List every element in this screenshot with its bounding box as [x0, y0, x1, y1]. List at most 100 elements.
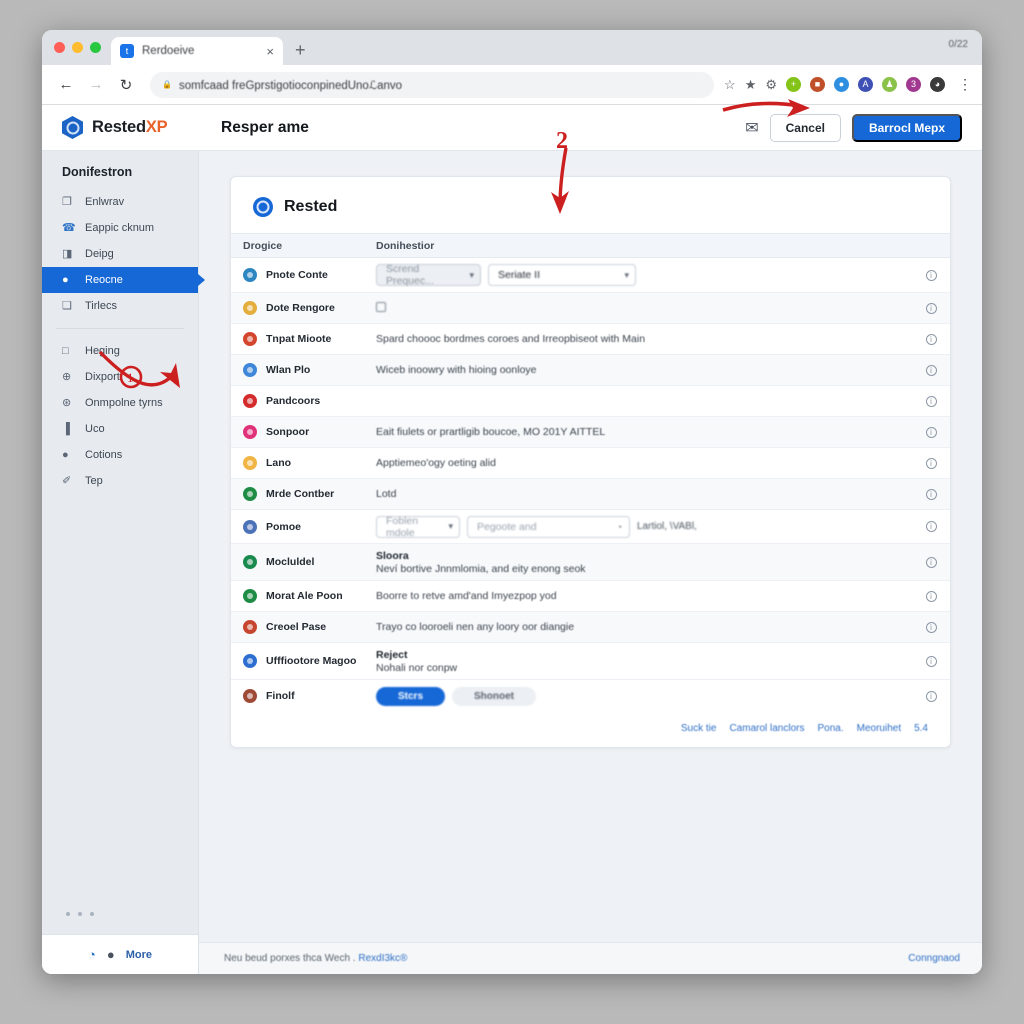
row-value-cell: Stcrs Shonoet: [374, 686, 912, 706]
puzzle-extension-icon[interactable]: ⚙: [765, 77, 777, 93]
extension-purple-icon[interactable]: 3: [906, 77, 921, 92]
bookmark-star-icon[interactable]: ☆: [724, 77, 736, 93]
sidebar-item-tirlecs[interactable]: ❑ Tirlecs: [42, 293, 198, 319]
info-icon[interactable]: i: [925, 621, 937, 633]
card-footer-link[interactable]: Suck tie: [681, 723, 717, 734]
extension-dark-icon[interactable]: ◕: [930, 77, 945, 92]
close-window-icon[interactable]: [54, 42, 65, 53]
note-icon[interactable]: ✉: [745, 118, 758, 138]
sidebar-item-uco[interactable]: ▐ Uco: [42, 416, 198, 442]
card-footer-link[interactable]: Meoruihet: [857, 723, 901, 734]
row-info-cell: i: [912, 655, 950, 667]
browser-tab[interactable]: t Rerdoeive ×: [111, 37, 283, 65]
info-icon[interactable]: i: [925, 302, 937, 314]
sidebar-item-label: Dixport: [85, 371, 120, 383]
sidebar-item-enlwrav[interactable]: ❐ Enlwrav: [42, 189, 198, 215]
favorite-star-icon[interactable]: ★: [745, 77, 757, 93]
row-avatar-icon: [243, 487, 257, 501]
sidebar-more-dots[interactable]: [42, 912, 198, 934]
info-icon[interactable]: i: [925, 590, 937, 602]
info-icon[interactable]: i: [925, 426, 937, 438]
sidebar-item-label: Deipg: [85, 248, 114, 260]
info-icon[interactable]: i: [925, 457, 937, 469]
pencil-icon: ✐: [62, 474, 72, 487]
info-icon[interactable]: i: [925, 690, 937, 702]
table-row: Pomoe Foblen mdole ▾ Pegoote and ◔ Larti…: [231, 510, 950, 544]
user-icon: ●: [62, 448, 69, 461]
page-footer-right-link[interactable]: Conngnaod: [908, 953, 960, 964]
row-label: Pomoe: [266, 520, 302, 533]
settings-card: Rested Drogice Donihestior Pnote Conte S…: [230, 176, 951, 748]
frequency-select[interactable]: Scrend Prequec... ▾: [376, 263, 481, 287]
info-icon[interactable]: i: [925, 395, 937, 407]
sidebar-item-heging[interactable]: □ Heging: [42, 338, 198, 364]
application-root: RestedXP Resper ame ✉ Cancel Barrocl Mep…: [42, 105, 982, 974]
browser-menu-icon[interactable]: ⋮: [958, 76, 972, 93]
back-icon[interactable]: ←: [52, 71, 80, 99]
cancel-button[interactable]: Cancel: [769, 113, 841, 142]
minimize-window-icon[interactable]: [72, 42, 83, 53]
info-icon[interactable]: i: [925, 333, 937, 345]
sidebar-item-reocne[interactable]: ● Reocne: [42, 267, 205, 293]
series-select[interactable]: Seriate II ▾: [488, 264, 636, 286]
mode-select[interactable]: Foblen mdole ▾: [376, 515, 460, 539]
page-footer-inline-link[interactable]: RexdI3kc®: [358, 953, 407, 964]
sidebar-item-onmpolne-tyrns[interactable]: ⊛ Onmpolne tyrns: [42, 390, 198, 416]
row-label: Creoel Pase: [266, 621, 327, 633]
brand-logo[interactable]: RestedXP: [42, 116, 199, 139]
sidebar-item-dixport[interactable]: ⊕ Dixport: [42, 364, 198, 390]
app-badge-icon[interactable]: ◔: [88, 947, 96, 962]
address-bar[interactable]: 🔒 somfcaad freGprstigotioconpinedUnoℒanv…: [150, 71, 715, 98]
extension-stamp-icon[interactable]: ■: [810, 77, 825, 92]
sidebar-item-label: Onmpolne tyrns: [85, 397, 163, 409]
row-label-cell: Creoel Pase: [231, 620, 374, 634]
row-checkbox[interactable]: [376, 301, 386, 312]
table-row: Creoel Pase Trayo co looroeli nen any lo…: [231, 612, 950, 643]
pill-option[interactable]: Shonoet: [452, 686, 537, 706]
sidebar-item-deipg[interactable]: ◨ Deipg: [42, 241, 198, 267]
series-select-value: Seriate II: [498, 269, 541, 281]
sidebar-item-cotions[interactable]: ● Cotions: [42, 442, 198, 468]
pill-option-selected[interactable]: Stcrs: [376, 686, 446, 706]
extension-green-icon[interactable]: +: [786, 77, 801, 92]
row-value-cell: Trayo co looroeli nen any loory oor dian…: [376, 621, 575, 633]
info-icon[interactable]: i: [925, 655, 937, 667]
card-footer-link[interactable]: Pona.: [817, 723, 843, 734]
forward-icon[interactable]: →: [82, 71, 110, 99]
card-header: Rested: [231, 177, 950, 233]
window-traffic-lights[interactable]: [52, 30, 111, 65]
table-header-row: Drogice Donihestior: [231, 233, 950, 258]
sidebar-item-label: Cotions: [85, 449, 123, 461]
schedule-input[interactable]: Pegoote and ◔: [467, 515, 630, 538]
sidebar-item-label: Uco: [85, 423, 105, 435]
new-tab-icon[interactable]: +: [295, 40, 306, 61]
sidebar-more-label[interactable]: More: [126, 949, 152, 961]
extension-lime-icon[interactable]: ♟: [882, 77, 897, 92]
close-tab-icon[interactable]: ×: [266, 44, 274, 59]
row-label-cell: Sonpoor: [231, 425, 374, 439]
info-icon[interactable]: i: [925, 556, 937, 568]
account-avatar-icon[interactable]: ●: [107, 947, 115, 962]
info-icon[interactable]: i: [925, 364, 937, 376]
sidebar-item-tep[interactable]: ✐ Tep: [42, 468, 198, 494]
card-footer-link[interactable]: Camarol lanclors: [729, 723, 804, 734]
info-icon[interactable]: i: [925, 521, 937, 532]
extension-blue-icon[interactable]: ●: [834, 77, 849, 92]
info-icon[interactable]: i: [925, 488, 937, 500]
row-info-cell: i: [912, 395, 950, 407]
row-info-cell: i: [912, 333, 950, 345]
extension-icons: ☆ ★ ⚙ + ■ ● A ♟ 3 ◕ ⋮: [724, 76, 972, 93]
submit-primary-button[interactable]: Barrocl Mepx: [851, 113, 962, 142]
info-icon[interactable]: i: [925, 269, 937, 281]
column-header-b: Donihestior: [376, 239, 435, 252]
inline-note: Lartiol, \VABl,: [637, 521, 697, 532]
row-info-cell: i: [912, 590, 950, 602]
reload-icon[interactable]: ↻: [112, 71, 140, 99]
row-label-cell: Pandcoors: [231, 394, 374, 408]
extension-azure-icon[interactable]: A: [858, 77, 873, 92]
maximize-window-icon[interactable]: [90, 42, 101, 53]
clock-icon[interactable]: ◔: [617, 522, 622, 532]
sidebar-item-eappic-cknum[interactable]: ☎ Eappic cknum: [42, 215, 198, 241]
table-row: Ufffiootore Magoo Reject Nohali nor conp…: [231, 643, 950, 680]
row-avatar-icon: [243, 394, 257, 408]
